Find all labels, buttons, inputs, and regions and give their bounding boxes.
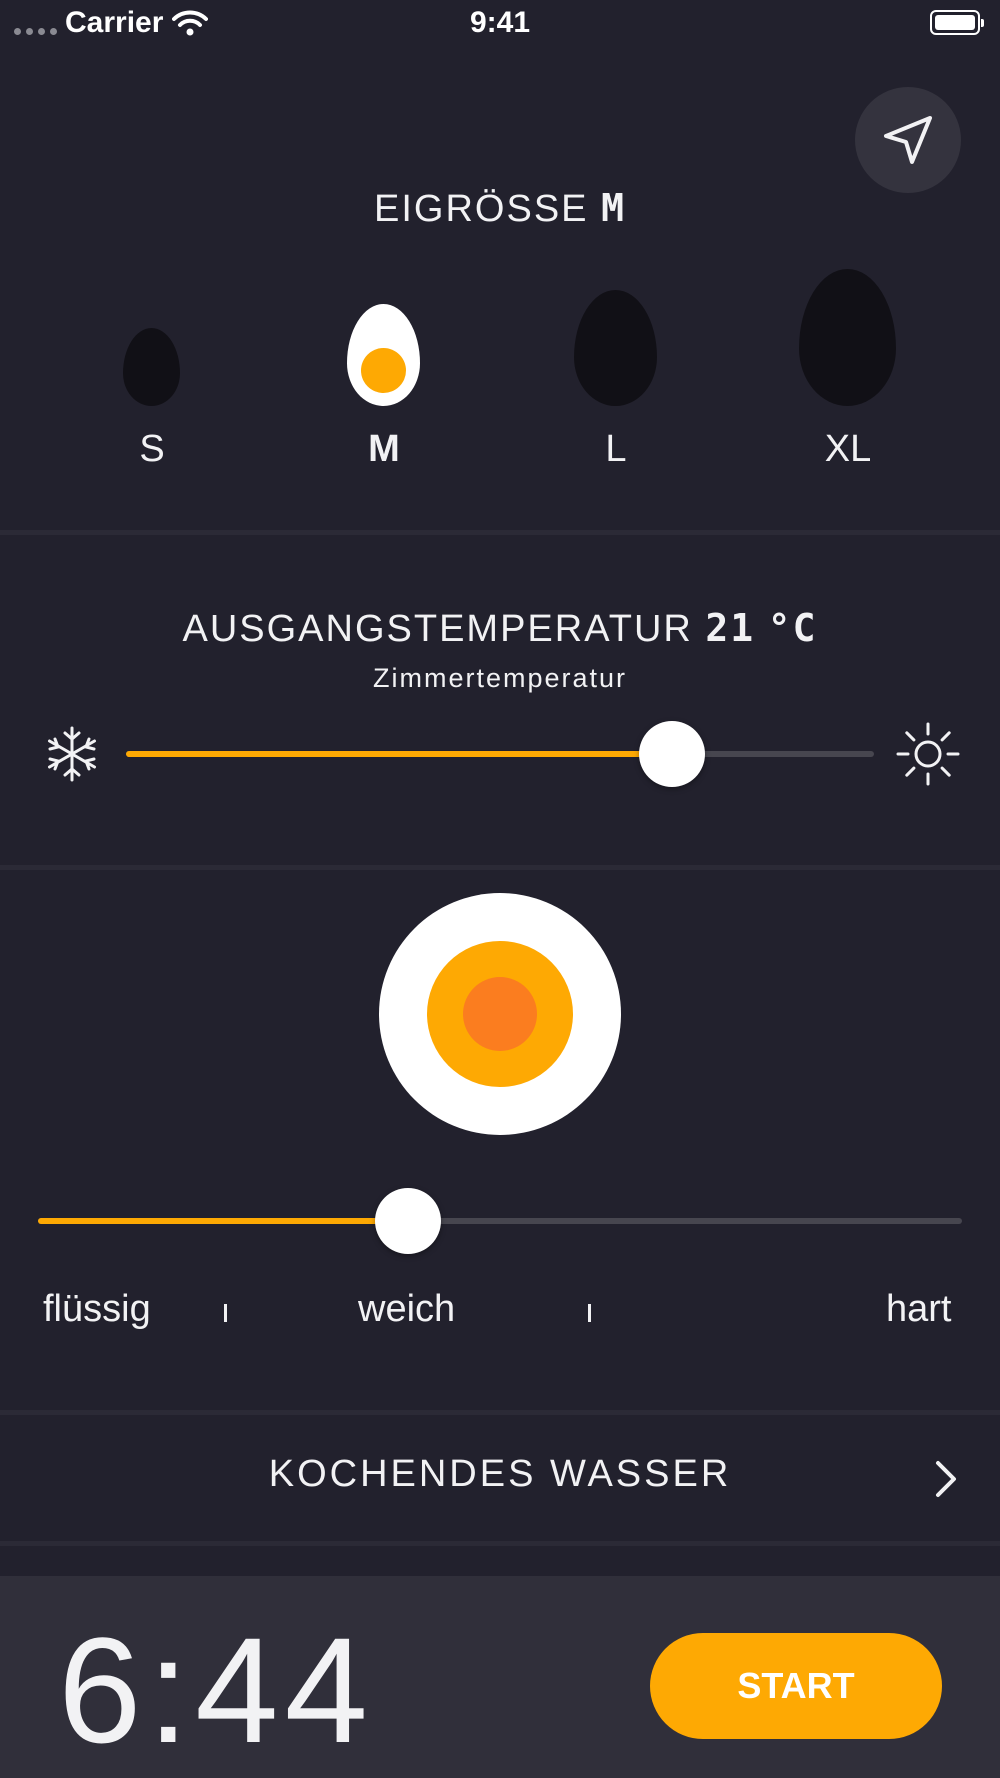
hardness-tick xyxy=(224,1304,227,1322)
hardness-tick xyxy=(588,1304,591,1322)
hardness-label-soft: weich xyxy=(358,1288,456,1330)
status-bar: Carrier 9:41 xyxy=(0,0,1000,48)
yolk-icon xyxy=(361,348,406,393)
egg-icon xyxy=(123,328,180,406)
snowflake-icon xyxy=(48,726,96,782)
footer-bar: 6:44 START xyxy=(0,1576,1000,1778)
egg-size-selected-value: M xyxy=(601,186,626,230)
start-temperature-title: AUSGANGSTEMPERATUR 21 °C xyxy=(0,606,1000,651)
egg-size-title: EIGRÖSSE M xyxy=(0,186,1000,231)
timer-display: 6:44 xyxy=(58,1606,374,1774)
egg-size-title-label: EIGRÖSSE xyxy=(374,188,589,230)
hardness-label-hard: hart xyxy=(886,1288,952,1330)
start-temperature-unit: °C xyxy=(767,606,818,650)
divider xyxy=(0,530,1000,535)
location-button[interactable] xyxy=(855,87,961,193)
location-arrow-icon xyxy=(884,116,932,164)
egg-size-label: XL xyxy=(824,428,872,470)
egg-icon xyxy=(799,269,896,406)
egg-size-label: S xyxy=(139,428,165,470)
hardness-slider-fill xyxy=(38,1218,408,1224)
sun-icon xyxy=(896,722,960,786)
boiling-water-label: KOCHENDES WASSER xyxy=(268,1453,732,1495)
egg-size-label: L xyxy=(605,428,627,470)
chevron-right-icon xyxy=(936,1461,956,1497)
start-temperature-description: Zimmertemperatur xyxy=(372,663,628,693)
status-time: 9:41 xyxy=(469,6,531,39)
egg-icon xyxy=(574,290,657,406)
egg-size-label: M xyxy=(368,428,400,470)
start-temperature-label: AUSGANGSTEMPERATUR xyxy=(182,608,693,650)
temperature-slider-fill xyxy=(126,751,673,757)
battery-icon xyxy=(930,10,984,35)
yolk-core xyxy=(463,977,537,1051)
start-temperature-value: 21 xyxy=(705,606,756,650)
egg-selected-icon xyxy=(347,304,420,406)
start-button[interactable]: START xyxy=(650,1633,942,1739)
divider xyxy=(0,865,1000,870)
egg-cross-section xyxy=(379,893,621,1135)
divider xyxy=(0,1541,1000,1546)
hardness-label-liquid: flüssig xyxy=(43,1288,151,1330)
hardness-slider-thumb[interactable] xyxy=(374,1188,441,1254)
boiling-water-row[interactable]: KOCHENDES WASSER xyxy=(0,1415,1000,1540)
yolk-outer xyxy=(427,941,573,1087)
temperature-slider-thumb[interactable] xyxy=(639,721,706,787)
